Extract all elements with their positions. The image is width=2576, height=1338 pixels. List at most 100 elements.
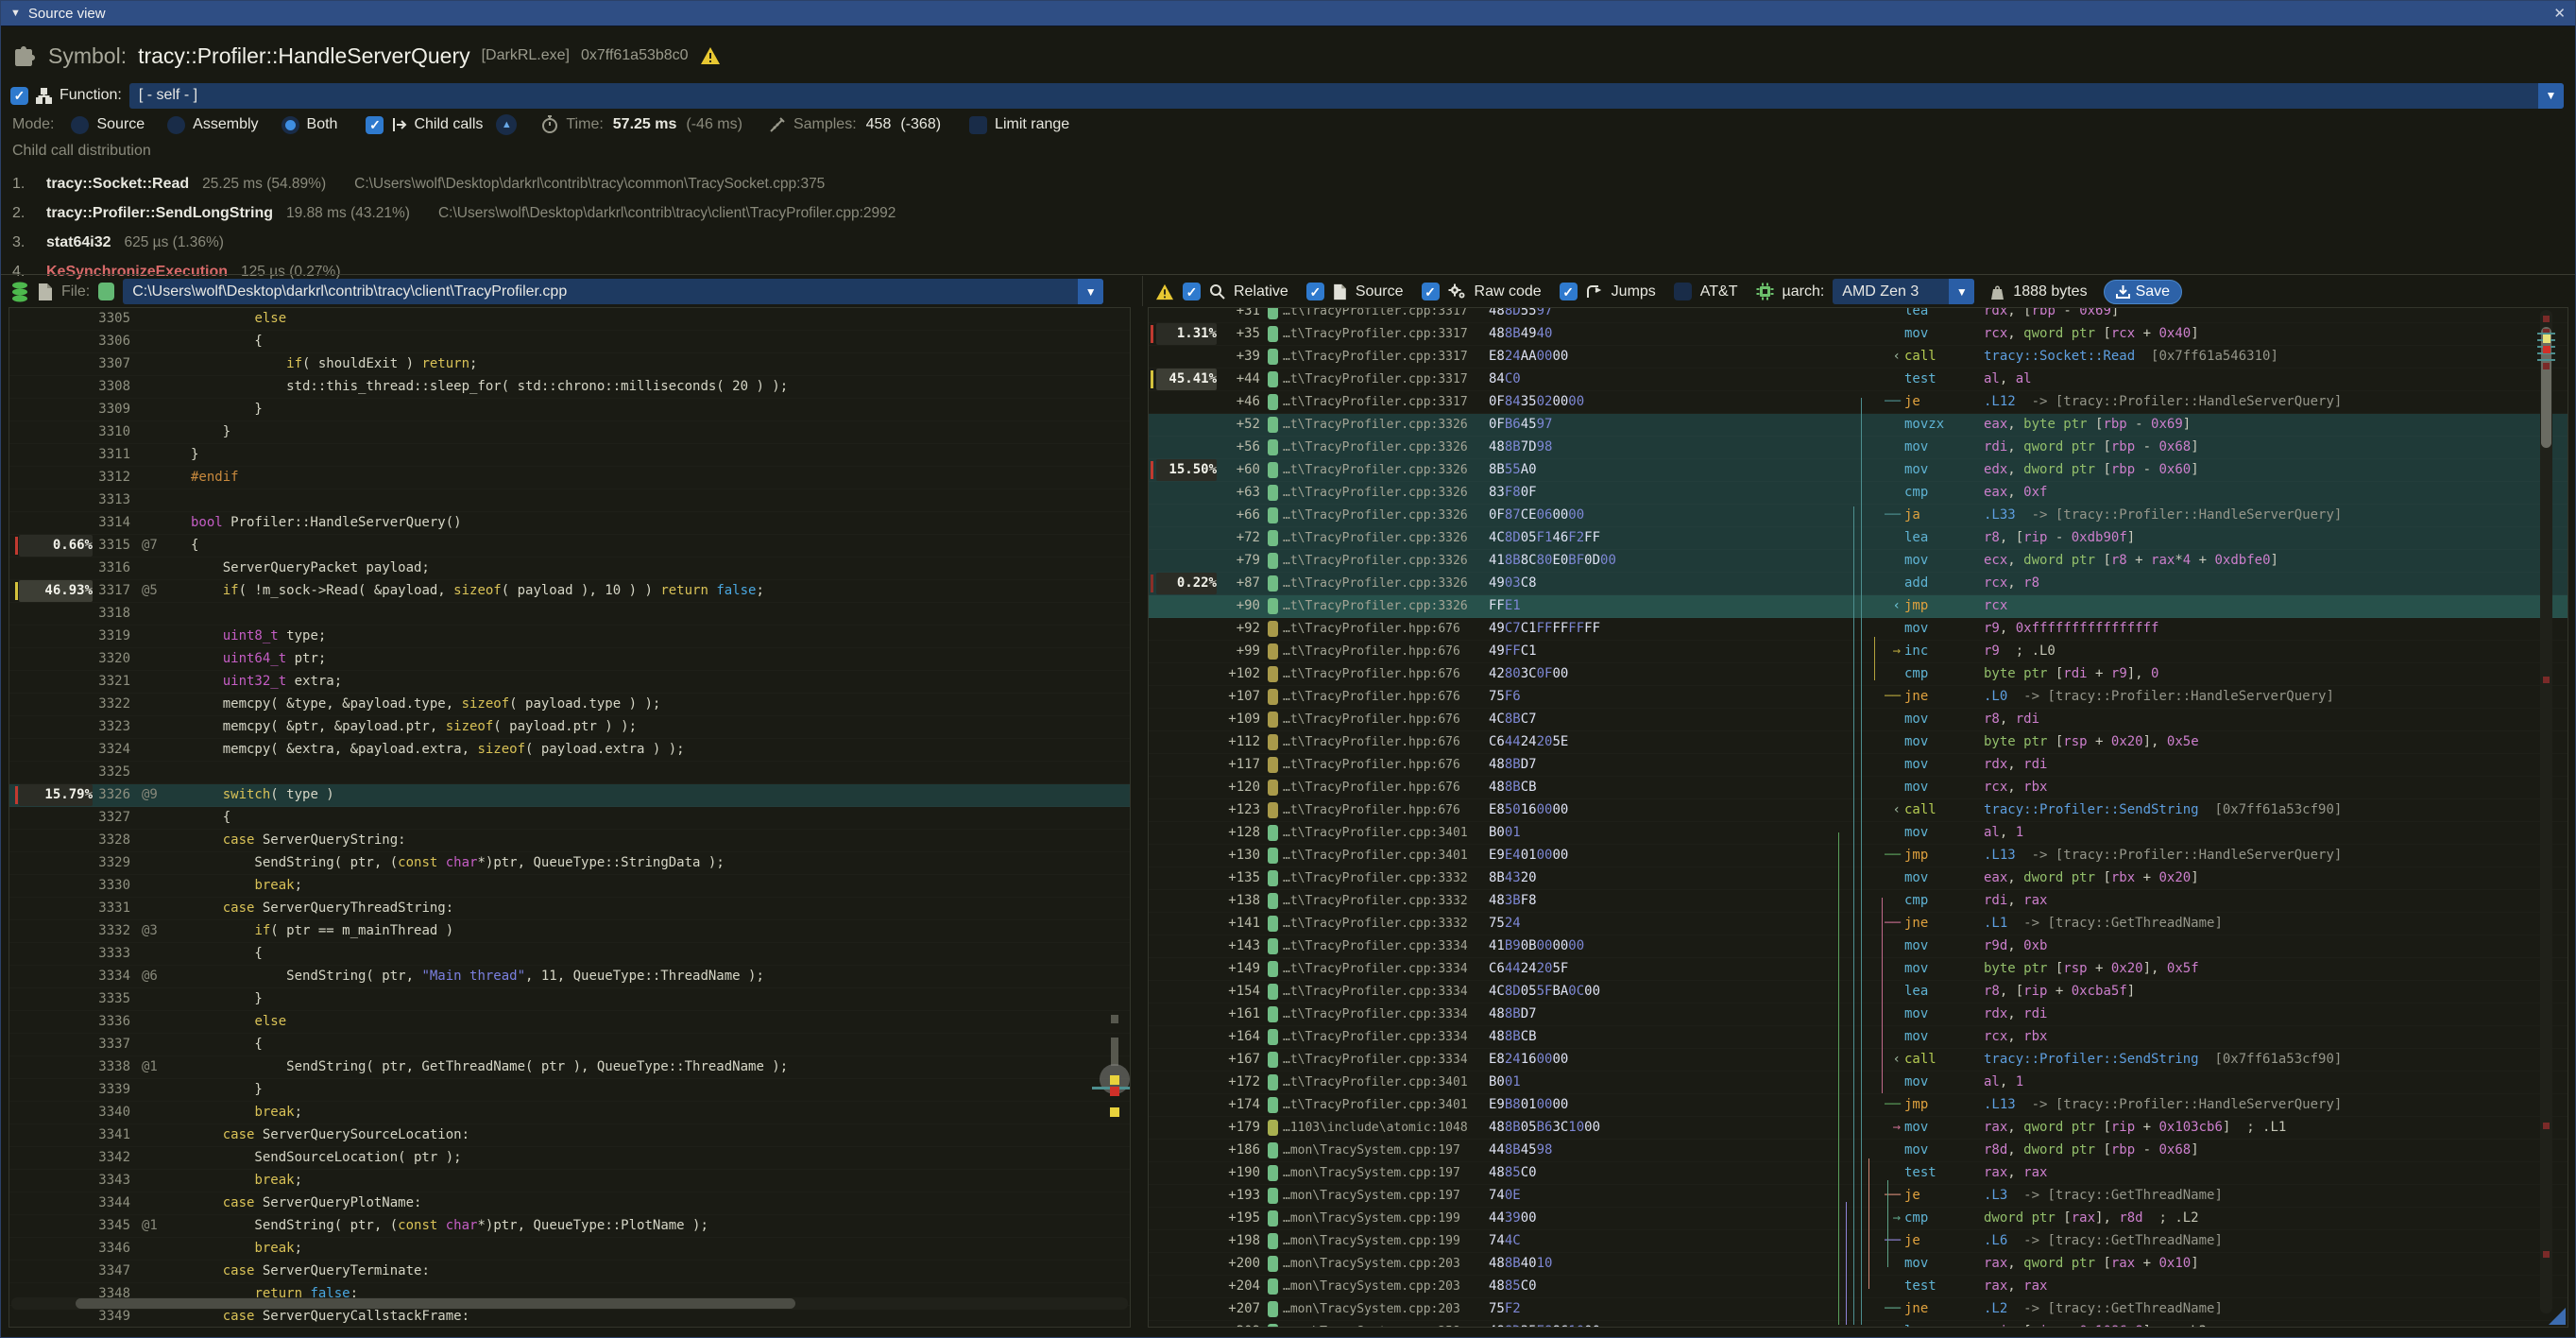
source-line[interactable]: 0.66%3315@7{	[9, 535, 1130, 558]
source-location-square[interactable]	[1268, 712, 1278, 728]
jumps-checkbox[interactable]	[1560, 283, 1578, 300]
source-line[interactable]: 3319 uint8_t type;	[9, 626, 1130, 648]
source-line[interactable]: 3331 case ServerQueryThreadString:	[9, 898, 1130, 920]
source-line[interactable]: 3307 if( shouldExit ) return;	[9, 353, 1130, 376]
file-combo[interactable]: C:\Users\wolf\Desktop\darkrl\contrib\tra…	[123, 279, 1103, 304]
source-location[interactable]: …t\TracyProfiler.cpp:3401	[1283, 845, 1468, 866]
source-location-square[interactable]	[1268, 530, 1278, 546]
source-location[interactable]: …t\TracyProfiler.hpp:676	[1283, 731, 1460, 753]
source-location[interactable]: …t\TracyProfiler.cpp:3401	[1283, 1072, 1468, 1093]
asm-line[interactable]: 15.50%+60…t\TracyProfiler.cpp:33268B55A0…	[1149, 459, 2567, 482]
asm-line[interactable]: +46…t\TracyProfiler.cpp:33170F8435020000…	[1149, 391, 2567, 414]
radio-both[interactable]	[281, 116, 299, 134]
source-line[interactable]: 3335 }	[9, 988, 1130, 1011]
source-location[interactable]: …t\TracyProfiler.hpp:676	[1283, 777, 1460, 798]
source-location[interactable]: …t\TracyProfiler.cpp:3334	[1283, 958, 1468, 980]
source-location[interactable]: …mon\TracySystem.cpp:203	[1283, 1298, 1460, 1320]
asm-line[interactable]: +107…t\TracyProfiler.hpp:67675F6──jne.L0…	[1149, 686, 2567, 709]
source-location-square[interactable]	[1268, 1233, 1278, 1249]
source-location[interactable]: …t\TracyProfiler.cpp:3317	[1283, 346, 1468, 368]
source-line[interactable]: 3327 {	[9, 807, 1130, 830]
asm-line[interactable]: +117…t\TracyProfiler.hpp:676488BD7movrdx…	[1149, 754, 2567, 777]
source-line[interactable]: 3314bool Profiler::HandleServerQuery()	[9, 512, 1130, 535]
source-line[interactable]: 3339 }	[9, 1079, 1130, 1102]
source-location[interactable]: …t\TracyProfiler.hpp:676	[1283, 799, 1460, 821]
source-location[interactable]: …mon\TracySystem.cpp:203	[1283, 1253, 1460, 1275]
source-location[interactable]: …t\TracyProfiler.cpp:3334	[1283, 1026, 1468, 1048]
source-location-square[interactable]	[1268, 825, 1278, 841]
asm-line[interactable]: +164…t\TracyProfiler.cpp:3334488BCBmovrc…	[1149, 1026, 2567, 1049]
asm-line[interactable]: +56…t\TracyProfiler.cpp:3326488B7D98movr…	[1149, 437, 2567, 459]
source-location-square[interactable]	[1268, 1006, 1278, 1022]
asm-line[interactable]: +186…mon\TracySystem.cpp:197448B4598movr…	[1149, 1140, 2567, 1162]
source-location-square[interactable]	[1268, 1029, 1278, 1045]
source-location-square[interactable]	[1268, 893, 1278, 909]
source-location[interactable]: …mon\TracySystem.cpp:197	[1283, 1140, 1460, 1161]
raw-code-checkbox[interactable]	[1422, 283, 1440, 300]
source-location-square[interactable]	[1268, 1142, 1278, 1158]
source-location-square[interactable]	[1268, 1188, 1278, 1204]
source-location-square[interactable]	[1268, 848, 1278, 864]
asm-line[interactable]: +112…t\TracyProfiler.hpp:676C64424205Emo…	[1149, 731, 2567, 754]
source-location-square[interactable]	[1268, 439, 1278, 455]
source-location[interactable]: …t\TracyProfiler.cpp:3317	[1283, 323, 1468, 345]
asm-line[interactable]: +99…t\TracyProfiler.hpp:67649FFC1→incr9 …	[1149, 641, 2567, 663]
source-line[interactable]: 3332@3 if( ptr == m_mainThread )	[9, 920, 1130, 943]
relative-checkbox[interactable]	[1183, 283, 1201, 300]
source-location[interactable]: …t\TracyProfiler.hpp:676	[1283, 641, 1460, 662]
source-line[interactable]: 3345@1 SendString( ptr, (const char*)ptr…	[9, 1215, 1130, 1238]
child-call-item[interactable]: 2.tracy::Profiler::SendLongString19.88 m…	[12, 198, 2537, 228]
asm-line[interactable]: +174…t\TracyProfiler.cpp:3401E9B8010000─…	[1149, 1094, 2567, 1117]
radio-source[interactable]	[71, 116, 89, 134]
source-location-square[interactable]	[1268, 643, 1278, 660]
asm-line[interactable]: +207…mon\TracySystem.cpp:20375F2──jne.L2…	[1149, 1298, 2567, 1321]
source-line[interactable]: 3325	[9, 762, 1130, 784]
source-location[interactable]: …t\TracyProfiler.cpp:3334	[1283, 1049, 1468, 1071]
source-location-square[interactable]	[1268, 349, 1278, 365]
source-location-square[interactable]	[1268, 1324, 1278, 1328]
source-location[interactable]: …mon\TracySystem.cpp:199	[1283, 1230, 1460, 1252]
source-location-square[interactable]	[1268, 666, 1278, 682]
asm-line[interactable]: +138…t\TracyProfiler.cpp:3332483BF8cmprd…	[1149, 890, 2567, 913]
asm-line[interactable]: +149…t\TracyProfiler.cpp:3334C64424205Fm…	[1149, 958, 2567, 981]
source-location[interactable]: …t\TracyProfiler.cpp:3332	[1283, 867, 1468, 889]
source-line[interactable]: 3341 case ServerQuerySourceLocation:	[9, 1124, 1130, 1147]
source-location-square[interactable]	[1268, 1097, 1278, 1113]
limit-range-checkbox[interactable]	[969, 116, 987, 134]
asm-line[interactable]: +204…mon\TracySystem.cpp:2034885C0testra…	[1149, 1276, 2567, 1298]
source-location[interactable]: …t\TracyProfiler.cpp:3326	[1283, 459, 1468, 481]
source-location-square[interactable]	[1268, 961, 1278, 977]
source-checkbox[interactable]	[1306, 283, 1324, 300]
source-location-square[interactable]	[1268, 689, 1278, 705]
source-location-square[interactable]	[1268, 394, 1278, 410]
asm-line[interactable]: +143…t\TracyProfiler.cpp:333441B90B00000…	[1149, 935, 2567, 958]
function-combo[interactable]: [ - self - ] ▼	[129, 83, 2564, 109]
source-line[interactable]: 3330 break;	[9, 875, 1130, 898]
assembly-vertical-scrollbar[interactable]	[2540, 310, 2552, 1313]
source-location[interactable]: …t\TracyProfiler.cpp:3334	[1283, 935, 1468, 957]
source-location[interactable]: …mon\TracySystem.cpp:197	[1283, 1162, 1460, 1184]
source-location-square[interactable]	[1268, 1278, 1278, 1295]
source-location[interactable]: …1103\include\atomic:1048	[1283, 1117, 1468, 1139]
source-location-square[interactable]	[1268, 870, 1278, 886]
source-line[interactable]: 3347 case ServerQueryTerminate:	[9, 1261, 1130, 1283]
asm-line[interactable]: +193…mon\TracySystem.cpp:197740E──je.L3 …	[1149, 1185, 2567, 1208]
source-line[interactable]: 3316 ServerQueryPacket payload;	[9, 558, 1130, 580]
source-location[interactable]: …t\TracyProfiler.cpp:3332	[1283, 913, 1468, 935]
asm-line[interactable]: +90…t\TracyProfiler.cpp:3326FFE1‹jmprcx	[1149, 595, 2567, 618]
source-location[interactable]: …t\TracyProfiler.cpp:3317	[1283, 369, 1468, 390]
source-location[interactable]: …t\TracyProfiler.cpp:3334	[1283, 981, 1468, 1003]
chevron-down-icon[interactable]: ▼	[1949, 279, 1974, 304]
source-line[interactable]: 3342 SendSourceLocation( ptr );	[9, 1147, 1130, 1170]
source-location[interactable]: …t\TracyProfiler.hpp:676	[1283, 754, 1460, 776]
child-calls-checkbox[interactable]	[366, 116, 384, 134]
chevron-down-icon[interactable]: ▼	[2538, 83, 2564, 109]
asm-line[interactable]: 0.22%+87…t\TracyProfiler.cpp:33264903C8a…	[1149, 573, 2567, 595]
source-line[interactable]: 3334@6 SendString( ptr, "Main thread", 1…	[9, 966, 1130, 988]
source-line[interactable]: 3343 break;	[9, 1170, 1130, 1192]
source-location-square[interactable]	[1268, 462, 1278, 478]
source-location[interactable]: …t\TracyProfiler.hpp:676	[1283, 686, 1460, 708]
source-location-square[interactable]	[1268, 1256, 1278, 1272]
asm-line[interactable]: +79…t\TracyProfiler.cpp:3326418B8C80E0BF…	[1149, 550, 2567, 573]
source-location-square[interactable]	[1268, 417, 1278, 433]
